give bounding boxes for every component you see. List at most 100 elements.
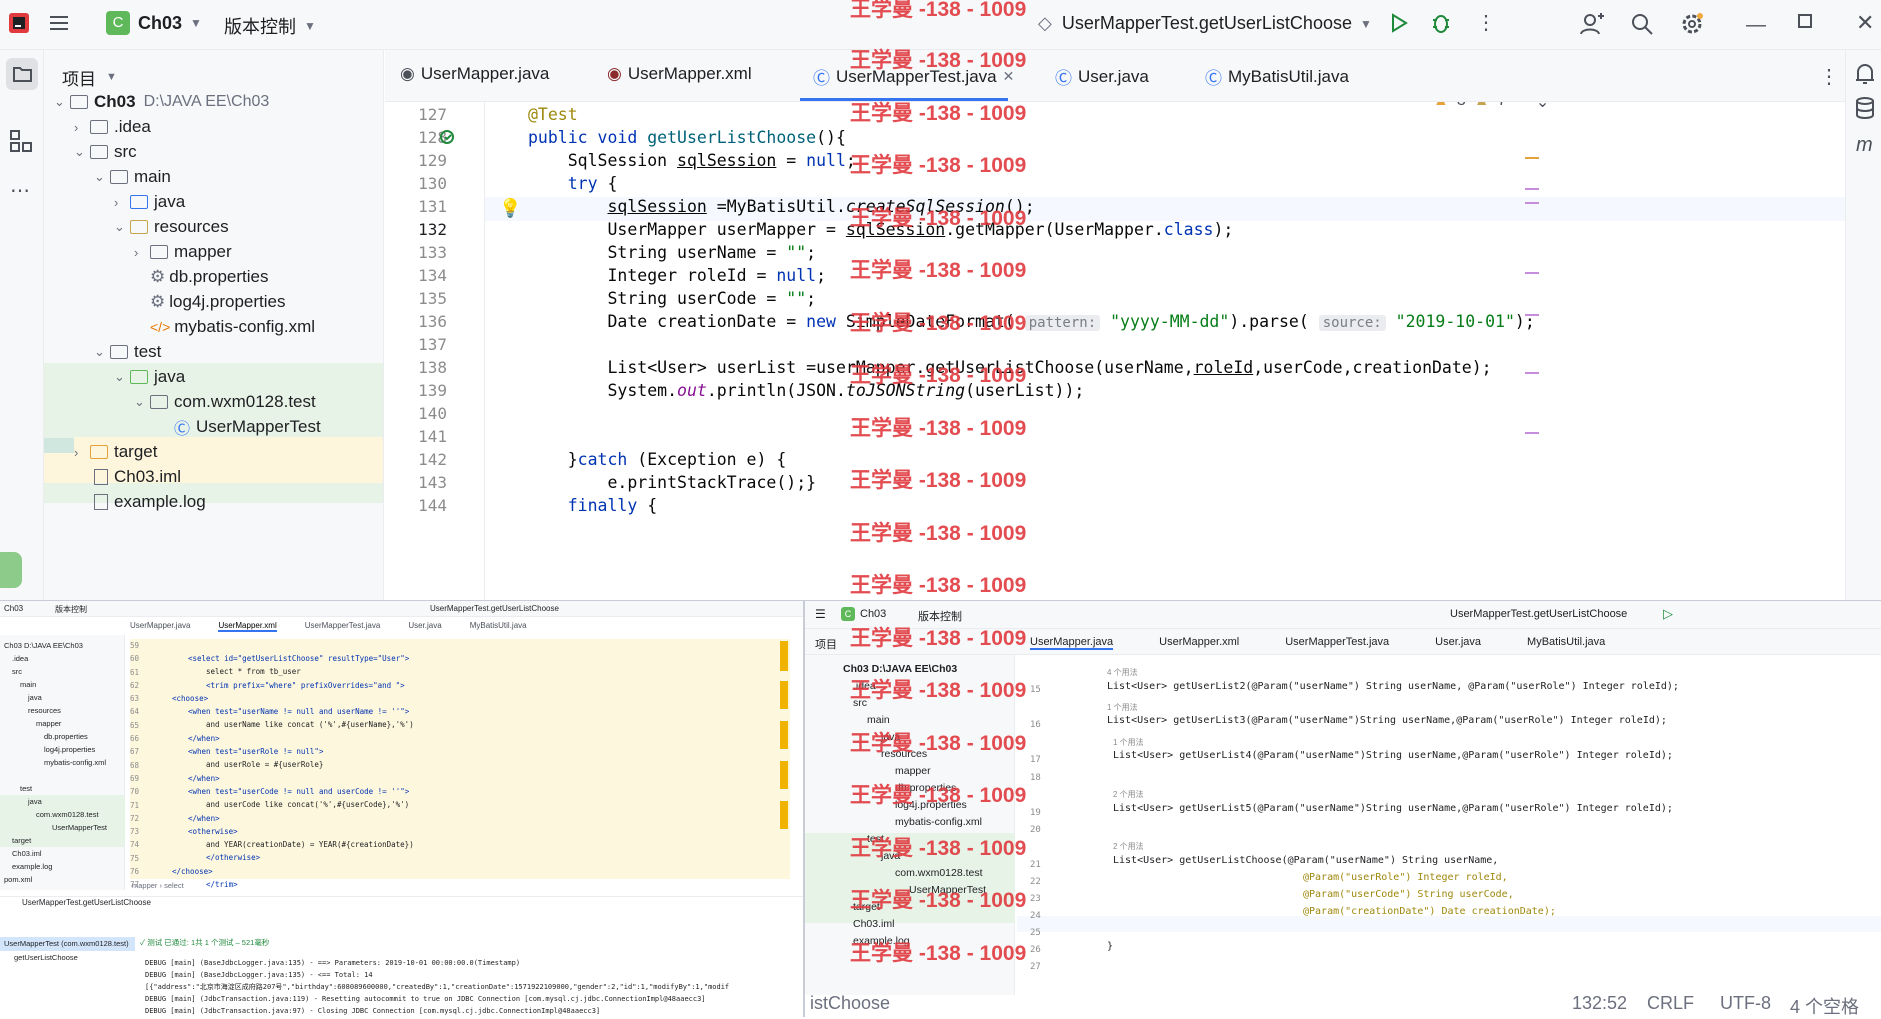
project-tool-icon[interactable] bbox=[6, 58, 38, 90]
indent-setting[interactable]: 4 个空格 bbox=[1790, 993, 1859, 1019]
sub2-tree-item[interactable]: src bbox=[853, 697, 867, 709]
sub1-tree-item[interactable]: Ch03 D:\JAVA EE\Ch03 bbox=[4, 641, 83, 650]
sub2-code: @Param("userCode") String userCode, bbox=[1303, 889, 1514, 900]
tab-usermapper-xml[interactable]: ◉ UserMapper.xml bbox=[607, 64, 752, 84]
sub2-project[interactable]: C Ch03 bbox=[841, 607, 886, 621]
sub2-tree-item[interactable]: java bbox=[881, 731, 900, 743]
sub2-run-config[interactable]: UserMapperTest.getUserListChoose bbox=[1450, 608, 1627, 620]
sub2-tree-item[interactable]: example.log bbox=[853, 935, 910, 947]
sub2-panel-title[interactable]: 项目 bbox=[815, 636, 837, 652]
close-window-icon[interactable]: ✕ bbox=[1856, 10, 1874, 36]
tree-node-example-log[interactable]: example.log bbox=[94, 487, 206, 517]
sub2-tab[interactable]: MyBatisUtil.java bbox=[1527, 636, 1605, 650]
sub1-tab[interactable]: User.java bbox=[408, 621, 441, 632]
inspection-widget[interactable]: ▲ 3 ▲ 7 ⌃ ⌄ bbox=[1433, 102, 1549, 112]
sub2-tree-item[interactable]: Ch03.iml bbox=[853, 918, 894, 930]
sub2-tree-item[interactable]: mybatis-config.xml bbox=[895, 816, 982, 828]
sub2-tree-item[interactable]: main bbox=[867, 714, 890, 726]
sub1-project[interactable]: Ch03 bbox=[4, 604, 23, 613]
sub1-tree-item[interactable]: UserMapperTest bbox=[52, 823, 107, 832]
sub1-vcs[interactable]: 版本控制 bbox=[55, 604, 87, 615]
sub1-test-node[interactable]: UserMapperTest (com.wxm0128.test) bbox=[4, 939, 129, 948]
sub1-tree-item[interactable]: main bbox=[20, 680, 36, 689]
sub2-vcs[interactable]: 版本控制 bbox=[918, 608, 962, 624]
sub1-tree-item[interactable]: mapper bbox=[36, 719, 61, 728]
sub2-tree-item[interactable]: mapper bbox=[895, 765, 931, 777]
sub2-tab[interactable]: UserMapperTest.java bbox=[1285, 636, 1389, 650]
caret-position[interactable]: 132:52 bbox=[1572, 993, 1627, 1014]
user-add-icon[interactable] bbox=[1580, 12, 1604, 36]
sub1-tree-item[interactable]: example.log bbox=[12, 862, 52, 871]
sub1-tree-item[interactable]: Ch03.iml bbox=[12, 849, 42, 858]
sub2-tree-item[interactable]: .idea bbox=[853, 680, 876, 692]
settings-gear-icon[interactable] bbox=[1680, 12, 1704, 36]
sub2-tab[interactable]: UserMapper.xml bbox=[1159, 636, 1239, 650]
more-tools-icon[interactable]: ⋯ bbox=[10, 178, 30, 203]
sub2-tree-item[interactable]: db.properties bbox=[895, 782, 956, 794]
sub2-tree-item[interactable]: log4j.properties bbox=[895, 799, 967, 811]
structure-tool-icon[interactable] bbox=[8, 128, 34, 159]
sub2-java-editor[interactable] bbox=[1017, 655, 1881, 991]
tab-usermapper-java[interactable]: ◉ UserMapper.java bbox=[400, 64, 549, 84]
lightbulb-icon[interactable]: 💡 bbox=[499, 198, 521, 219]
sub2-run-icon[interactable]: ▷ bbox=[1663, 606, 1673, 622]
maven-icon[interactable]: m bbox=[1856, 134, 1873, 157]
tab-more-icon[interactable]: ⋮ bbox=[1819, 64, 1839, 89]
sub1-tab[interactable]: MyBatisUtil.java bbox=[470, 621, 527, 632]
sub2-menu-icon[interactable]: ☰ bbox=[815, 607, 826, 621]
more-actions-icon[interactable]: ⋮ bbox=[1476, 10, 1496, 35]
chevron-up-icon[interactable]: ⌃ bbox=[1515, 102, 1528, 112]
sub1-tree-item[interactable]: mybatis-config.xml bbox=[44, 758, 106, 767]
sub2-code: List<User> getUserList5(@Param("userName… bbox=[1113, 803, 1673, 814]
sub1-tree-item[interactable]: test bbox=[20, 784, 32, 793]
sub1-tree-item[interactable]: com.wxm0128.test bbox=[36, 810, 99, 819]
sub1-run-tab[interactable]: UserMapperTest.getUserListChoose bbox=[22, 898, 151, 907]
main-menu-icon[interactable] bbox=[48, 12, 70, 34]
close-tab-icon[interactable]: ✕ bbox=[1003, 68, 1015, 85]
sub1-tree-item[interactable]: .idea bbox=[12, 654, 28, 663]
tab-mybatisutil-java[interactable]: Ⓒ MyBatisUtil.java bbox=[1205, 64, 1349, 89]
sub1-tree-item[interactable]: db.properties bbox=[44, 732, 88, 741]
minimize-icon[interactable]: — bbox=[1746, 14, 1766, 37]
sub1-tree-item[interactable]: pom.xml bbox=[4, 875, 32, 884]
sub2-tree-item[interactable]: test bbox=[867, 833, 884, 845]
sub1-tab[interactable]: UserMapper.java bbox=[130, 621, 190, 632]
sub2-tree-item[interactable]: com.wxm0128.test bbox=[895, 867, 983, 879]
sub2-tab[interactable]: UserMapper.java bbox=[1030, 636, 1114, 650]
project-selector[interactable]: C Ch03 ▼ bbox=[106, 11, 202, 35]
notification-bubble[interactable] bbox=[0, 552, 22, 588]
vcs-menu[interactable]: 版本控制 ▼ bbox=[224, 13, 316, 39]
sub1-tab[interactable]: UserMapper.xml bbox=[218, 621, 277, 632]
tree-node-mybatis-config[interactable]: </> mybatis-config.xml bbox=[150, 312, 315, 342]
file-encoding[interactable]: UTF-8 bbox=[1720, 993, 1771, 1014]
sub2-tree-item[interactable]: java bbox=[881, 850, 900, 862]
run-icon[interactable] bbox=[1388, 12, 1410, 34]
sub1-tree-item[interactable]: log4j.properties bbox=[44, 745, 95, 754]
sub1-tree-item[interactable]: java bbox=[28, 797, 42, 806]
sub1-tree-item[interactable]: src bbox=[12, 667, 22, 676]
sub2-tree-item[interactable]: UserMapperTest bbox=[909, 884, 986, 896]
run-config-selector[interactable]: ◇ UserMapperTest.getUserListChoose ▼ bbox=[1038, 13, 1372, 34]
sub2-tree-item[interactable]: Ch03 D:\JAVA EE\Ch03 bbox=[843, 663, 957, 675]
sub1-tree-item[interactable]: resources bbox=[28, 706, 61, 715]
database-icon[interactable] bbox=[1854, 96, 1876, 125]
tab-user-java[interactable]: Ⓒ User.java bbox=[1055, 64, 1149, 89]
sub1-tab[interactable]: UserMapperTest.java bbox=[305, 621, 381, 632]
chevron-down-icon[interactable]: ⌄ bbox=[1536, 102, 1549, 112]
sub1-tree-item[interactable]: java bbox=[28, 693, 42, 702]
sub1-run-config[interactable]: UserMapperTest.getUserListChoose bbox=[430, 604, 559, 613]
run-test-gutter-icon[interactable] bbox=[439, 129, 457, 151]
search-icon[interactable] bbox=[1630, 12, 1654, 36]
sub1-tree-item[interactable]: target bbox=[12, 836, 31, 845]
sub2-tab[interactable]: User.java bbox=[1435, 636, 1481, 650]
notifications-icon[interactable] bbox=[1854, 62, 1876, 91]
maximize-icon[interactable] bbox=[1798, 14, 1812, 28]
sub1-test-node[interactable]: getUserListChoose bbox=[14, 953, 78, 962]
sub2-tree-item[interactable]: resources bbox=[881, 748, 927, 760]
sub2-tree-item[interactable]: target bbox=[853, 901, 880, 913]
tab-usermappertest-java[interactable]: Ⓒ UserMapperTest.java ✕ bbox=[813, 64, 1014, 89]
debug-icon[interactable] bbox=[1430, 12, 1452, 34]
code-editor[interactable]: 127 128 129 130 131 132 133 134 135 136 … bbox=[385, 102, 1845, 610]
sub2-ln: 23 bbox=[1030, 894, 1041, 904]
line-separator[interactable]: CRLF bbox=[1647, 993, 1694, 1014]
